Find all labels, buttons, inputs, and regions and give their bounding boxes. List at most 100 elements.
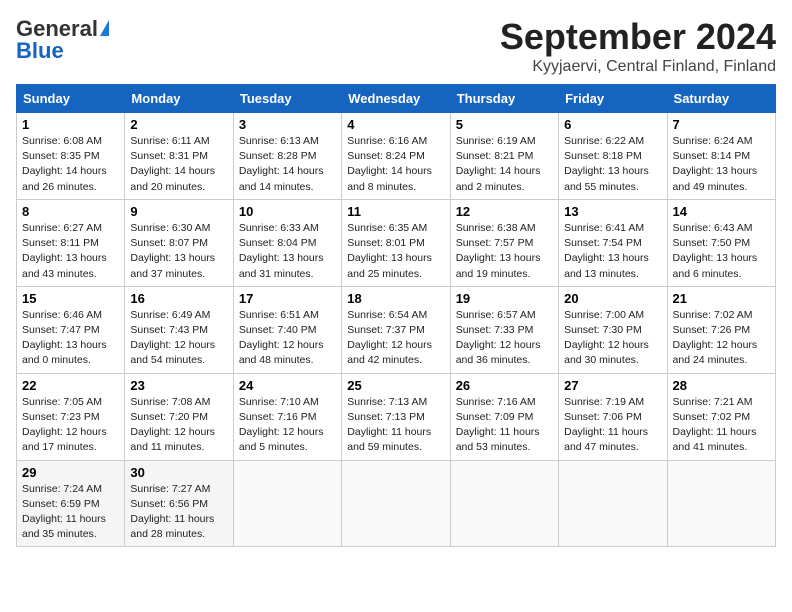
day-number: 5 — [456, 117, 553, 132]
day-info: Sunrise: 7:27 AMSunset: 6:56 PMDaylight:… — [130, 482, 227, 543]
day-number: 6 — [564, 117, 661, 132]
calendar-day-cell: 16 Sunrise: 6:49 AMSunset: 7:43 PMDayligh… — [125, 286, 233, 373]
calendar-day-cell: 27Sunrise: 7:19 AMSunset: 7:06 PMDayligh… — [559, 373, 667, 460]
day-info: Sunrise: 7:00 AMSunset: 7:30 PMDaylight:… — [564, 308, 661, 369]
day-info: Sunrise: 7:24 AMSunset: 6:59 PMDaylight:… — [22, 482, 119, 543]
day-number: 17 — [239, 291, 336, 306]
weekday-header: Thursday — [450, 85, 558, 113]
day-info: Sunrise: 6:27 AMSunset: 8:11 PMDaylight:… — [22, 221, 119, 282]
day-info: Sunrise: 7:02 AMSunset: 7:26 PMDaylight:… — [673, 308, 770, 369]
calendar-day-cell: 1 Sunrise: 6:08 AMSunset: 8:35 PMDaylight… — [17, 113, 125, 200]
weekday-header: Monday — [125, 85, 233, 113]
calendar-day-cell: 30 Sunrise: 7:27 AMSunset: 6:56 PMDayligh… — [125, 460, 233, 547]
calendar-week-row: 15 Sunrise: 6:46 AMSunset: 7:47 PMDayligh… — [17, 286, 776, 373]
day-info: Sunrise: 7:13 AMSunset: 7:13 PMDaylight:… — [347, 395, 444, 456]
day-number: 30 — [130, 465, 227, 480]
calendar-day-cell: 11Sunrise: 6:35 AMSunset: 8:01 PMDayligh… — [342, 199, 450, 286]
day-number: 25 — [347, 378, 444, 393]
weekday-header: Sunday — [17, 85, 125, 113]
day-number: 19 — [456, 291, 553, 306]
day-info: Sunrise: 6:24 AMSunset: 8:14 PMDaylight:… — [673, 134, 770, 195]
day-info: Sunrise: 6:16 AMSunset: 8:24 PMDaylight:… — [347, 134, 444, 195]
day-number: 23 — [130, 378, 227, 393]
calendar-day-cell: 23 Sunrise: 7:08 AMSunset: 7:20 PMDayligh… — [125, 373, 233, 460]
location-subtitle: Kyyjaervi, Central Finland, Finland — [500, 58, 776, 76]
day-number: 4 — [347, 117, 444, 132]
calendar-day-cell: 24 Sunrise: 7:10 AMSunset: 7:16 PMDayligh… — [233, 373, 341, 460]
calendar-table: SundayMondayTuesdayWednesdayThursdayFrid… — [16, 84, 776, 547]
day-number: 29 — [22, 465, 119, 480]
calendar-day-cell: 3 Sunrise: 6:13 AMSunset: 8:28 PMDaylight… — [233, 113, 341, 200]
calendar-day-cell — [667, 460, 775, 547]
day-number: 16 — [130, 291, 227, 306]
day-info: Sunrise: 7:08 AMSunset: 7:20 PMDaylight:… — [130, 395, 227, 456]
day-info: Sunrise: 6:22 AMSunset: 8:18 PMDaylight:… — [564, 134, 661, 195]
logo-blue-text: Blue — [16, 38, 64, 64]
calendar-day-cell: 9 Sunrise: 6:30 AMSunset: 8:07 PMDaylight… — [125, 199, 233, 286]
logo-arrow-icon — [100, 20, 109, 36]
calendar-day-cell: 5Sunrise: 6:19 AMSunset: 8:21 PMDaylight… — [450, 113, 558, 200]
day-number: 3 — [239, 117, 336, 132]
calendar-header-row: SundayMondayTuesdayWednesdayThursdayFrid… — [17, 85, 776, 113]
day-info: Sunrise: 6:46 AMSunset: 7:47 PMDaylight:… — [22, 308, 119, 369]
day-info: Sunrise: 6:11 AMSunset: 8:31 PMDaylight:… — [130, 134, 227, 195]
page-header: General Blue September 2024 Kyyjaervi, C… — [16, 16, 776, 76]
day-info: Sunrise: 6:54 AMSunset: 7:37 PMDaylight:… — [347, 308, 444, 369]
day-number: 11 — [347, 204, 444, 219]
day-number: 15 — [22, 291, 119, 306]
calendar-week-row: 1 Sunrise: 6:08 AMSunset: 8:35 PMDaylight… — [17, 113, 776, 200]
logo: General Blue — [16, 16, 109, 64]
day-info: Sunrise: 6:43 AMSunset: 7:50 PMDaylight:… — [673, 221, 770, 282]
calendar-day-cell: 15 Sunrise: 6:46 AMSunset: 7:47 PMDayligh… — [17, 286, 125, 373]
weekday-header: Friday — [559, 85, 667, 113]
day-info: Sunrise: 6:49 AMSunset: 7:43 PMDaylight:… — [130, 308, 227, 369]
calendar-day-cell: 13Sunrise: 6:41 AMSunset: 7:54 PMDayligh… — [559, 199, 667, 286]
day-info: Sunrise: 6:08 AMSunset: 8:35 PMDaylight:… — [22, 134, 119, 195]
day-number: 14 — [673, 204, 770, 219]
calendar-day-cell: 21 Sunrise: 7:02 AMSunset: 7:26 PMDayligh… — [667, 286, 775, 373]
day-number: 13 — [564, 204, 661, 219]
calendar-week-row: 8 Sunrise: 6:27 AMSunset: 8:11 PMDaylight… — [17, 199, 776, 286]
calendar-day-cell: 4 Sunrise: 6:16 AMSunset: 8:24 PMDaylight… — [342, 113, 450, 200]
calendar-day-cell: 8 Sunrise: 6:27 AMSunset: 8:11 PMDaylight… — [17, 199, 125, 286]
day-number: 7 — [673, 117, 770, 132]
day-info: Sunrise: 7:10 AMSunset: 7:16 PMDaylight:… — [239, 395, 336, 456]
calendar-day-cell: 20 Sunrise: 7:00 AMSunset: 7:30 PMDayligh… — [559, 286, 667, 373]
calendar-day-cell: 28 Sunrise: 7:21 AMSunset: 7:02 PMDayligh… — [667, 373, 775, 460]
day-number: 8 — [22, 204, 119, 219]
calendar-day-cell: 22Sunrise: 7:05 AMSunset: 7:23 PMDayligh… — [17, 373, 125, 460]
calendar-day-cell: 29 Sunrise: 7:24 AMSunset: 6:59 PMDayligh… — [17, 460, 125, 547]
weekday-header: Saturday — [667, 85, 775, 113]
calendar-day-cell — [450, 460, 558, 547]
day-number: 26 — [456, 378, 553, 393]
weekday-header: Tuesday — [233, 85, 341, 113]
day-info: Sunrise: 6:13 AMSunset: 8:28 PMDaylight:… — [239, 134, 336, 195]
month-title: September 2024 — [500, 16, 776, 58]
day-number: 1 — [22, 117, 119, 132]
calendar-day-cell: 26 Sunrise: 7:16 AMSunset: 7:09 PMDayligh… — [450, 373, 558, 460]
day-number: 18 — [347, 291, 444, 306]
day-number: 20 — [564, 291, 661, 306]
day-number: 10 — [239, 204, 336, 219]
calendar-day-cell: 2Sunrise: 6:11 AMSunset: 8:31 PMDaylight… — [125, 113, 233, 200]
day-info: Sunrise: 7:19 AMSunset: 7:06 PMDaylight:… — [564, 395, 661, 456]
calendar-day-cell: 17 Sunrise: 6:51 AMSunset: 7:40 PMDayligh… — [233, 286, 341, 373]
calendar-week-row: 29 Sunrise: 7:24 AMSunset: 6:59 PMDayligh… — [17, 460, 776, 547]
calendar-day-cell: 10Sunrise: 6:33 AMSunset: 8:04 PMDayligh… — [233, 199, 341, 286]
day-number: 21 — [673, 291, 770, 306]
calendar-week-row: 22Sunrise: 7:05 AMSunset: 7:23 PMDayligh… — [17, 373, 776, 460]
calendar-day-cell: 7 Sunrise: 6:24 AMSunset: 8:14 PMDaylight… — [667, 113, 775, 200]
day-number: 12 — [456, 204, 553, 219]
title-block: September 2024 Kyyjaervi, Central Finlan… — [500, 16, 776, 76]
day-info: Sunrise: 7:16 AMSunset: 7:09 PMDaylight:… — [456, 395, 553, 456]
calendar-day-cell — [559, 460, 667, 547]
day-info: Sunrise: 7:21 AMSunset: 7:02 PMDaylight:… — [673, 395, 770, 456]
calendar-day-cell: 14 Sunrise: 6:43 AMSunset: 7:50 PMDayligh… — [667, 199, 775, 286]
day-info: Sunrise: 6:30 AMSunset: 8:07 PMDaylight:… — [130, 221, 227, 282]
weekday-header: Wednesday — [342, 85, 450, 113]
day-number: 28 — [673, 378, 770, 393]
day-info: Sunrise: 6:51 AMSunset: 7:40 PMDaylight:… — [239, 308, 336, 369]
day-number: 9 — [130, 204, 227, 219]
day-number: 24 — [239, 378, 336, 393]
calendar-day-cell — [233, 460, 341, 547]
